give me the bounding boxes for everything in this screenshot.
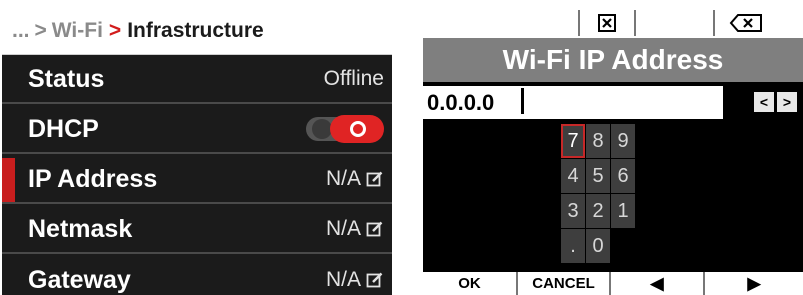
cursor-right-button[interactable]: > xyxy=(777,92,797,112)
dhcp-toggle[interactable] xyxy=(306,115,384,143)
netmask-value: N/A xyxy=(325,217,361,240)
cancel-button[interactable]: CANCEL xyxy=(516,272,611,295)
row-label: Gateway xyxy=(28,265,131,294)
status-value: Offline xyxy=(323,67,384,90)
key-7[interactable]: 7 xyxy=(561,124,585,158)
edit-pencil-icon xyxy=(366,272,383,288)
key-9[interactable]: 9 xyxy=(611,124,635,158)
ip-address-input-value: 0.0.0.0 xyxy=(427,90,495,115)
previous-arrow-button[interactable]: ◀ xyxy=(611,272,705,295)
edit-pencil-icon xyxy=(366,221,383,237)
wifi-infrastructure-menu: ... > Wi-Fi > Infrastructure Status Offl… xyxy=(2,8,392,295)
ip-address-value: N/A xyxy=(325,167,361,190)
breadcrumb-ellipsis[interactable]: ... xyxy=(12,19,30,43)
clear-box-icon xyxy=(598,14,616,32)
key-8[interactable]: 8 xyxy=(586,124,610,158)
row-label: DHCP xyxy=(28,114,99,143)
row-value: N/A xyxy=(326,167,384,191)
menu-row-dhcp[interactable]: DHCP xyxy=(2,106,392,154)
menu-row-status[interactable]: Status Offline xyxy=(2,56,392,104)
key-3[interactable]: 3 xyxy=(561,194,585,228)
key-6[interactable]: 6 xyxy=(611,159,635,193)
toggle-knob xyxy=(312,119,332,139)
backspace-button[interactable] xyxy=(713,10,777,36)
breadcrumb-parent[interactable]: Wi-Fi xyxy=(52,19,103,43)
backspace-icon xyxy=(729,14,762,32)
key-4[interactable]: 4 xyxy=(561,159,585,193)
cursor-left-button[interactable]: < xyxy=(754,92,774,112)
menu-row-ip-address[interactable]: IP Address N/A xyxy=(2,156,392,204)
text-caret xyxy=(521,88,524,114)
ok-button[interactable]: OK xyxy=(423,272,516,295)
row-label: IP Address xyxy=(28,164,158,193)
entry-row: 0.0.0.0 < > xyxy=(423,84,803,121)
row-label: Netmask xyxy=(28,214,133,243)
breadcrumb: ... > Wi-Fi > Infrastructure xyxy=(2,8,392,55)
ip-address-input[interactable]: 0.0.0.0 xyxy=(423,86,723,119)
clear-button[interactable] xyxy=(578,10,636,36)
key-2[interactable]: 2 xyxy=(586,194,610,228)
toggle-on-ring-icon xyxy=(350,121,366,137)
breadcrumb-arrow: > xyxy=(108,19,122,42)
row-label: Status xyxy=(28,64,105,93)
key-dot[interactable]: . xyxy=(561,229,585,263)
row-value: N/A xyxy=(326,217,384,241)
selection-indicator xyxy=(2,158,15,202)
keypad-bottom-bar: OK CANCEL ◀ ▶ xyxy=(423,272,803,295)
row-value: N/A xyxy=(326,268,384,292)
menu-row-netmask[interactable]: Netmask N/A xyxy=(2,206,392,254)
edit-pencil-icon xyxy=(366,171,383,187)
menu-row-gateway[interactable]: Gateway N/A xyxy=(2,256,392,295)
ip-address-keypad: Wi-Fi IP Address 0.0.0.0 < > 7 8 9 4 5 6… xyxy=(423,8,803,295)
breadcrumb-separator: > xyxy=(34,19,47,42)
breadcrumb-current: Infrastructure xyxy=(127,19,264,42)
key-1[interactable]: 1 xyxy=(611,194,635,228)
key-5[interactable]: 5 xyxy=(586,159,610,193)
gateway-value: N/A xyxy=(325,268,361,291)
key-0[interactable]: 0 xyxy=(586,229,610,263)
next-arrow-button[interactable]: ▶ xyxy=(705,272,803,295)
keypad-title: Wi-Fi IP Address xyxy=(423,38,803,82)
